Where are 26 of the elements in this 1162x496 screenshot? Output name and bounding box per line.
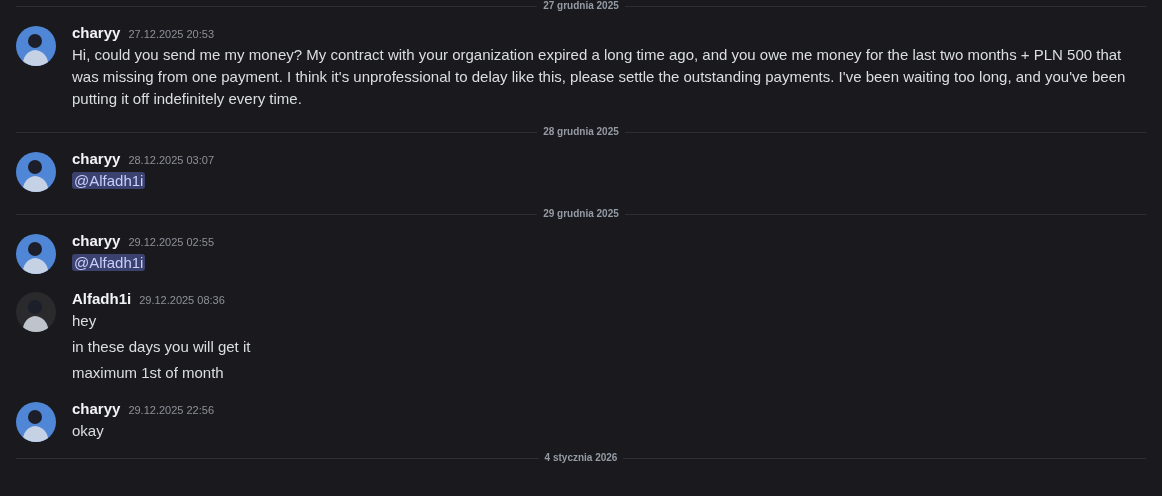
author-name[interactable]: charyy [72, 150, 121, 167]
user-mention[interactable]: @Alfadh1i [72, 172, 146, 189]
message-timestamp: 29.12.2025 02:55 [128, 236, 214, 248]
date-divider-label: 29 grudnia 2025 [542, 208, 620, 220]
avatar[interactable] [16, 234, 56, 274]
message-timestamp: 28.12.2025 03:07 [128, 154, 214, 166]
date-divider-label: 28 grudnia 2025 [542, 126, 620, 138]
message-timestamp: 29.12.2025 08:36 [139, 294, 225, 306]
message-text: hey [72, 311, 98, 331]
author-name[interactable]: charyy [72, 400, 121, 417]
message-text: okay [72, 421, 105, 441]
author-name[interactable]: charyy [72, 232, 121, 249]
message-text: Hi, could you send me my money? My contract with your organization expired a long time ago, and you owe me money for the last two months + PLN 500 that was missing from one payment. I think it's unprofessional to delay like this, please settle the outstanding payments. I've been waiting too long, and you've been putting it off indefinitely every time. [72, 45, 1127, 109]
message-timestamp: 27.12.2025 20:53 [128, 28, 214, 40]
message-text: in these days you will get it [72, 337, 252, 357]
avatar[interactable] [16, 26, 56, 66]
avatar[interactable] [16, 292, 56, 332]
date-divider-label: 4 stycznia 2026 [543, 452, 619, 464]
user-mention[interactable]: @Alfadh1i [72, 254, 146, 271]
author-name[interactable]: Alfadh1i [72, 290, 132, 307]
author-name[interactable]: charyy [72, 24, 121, 41]
date-divider-label: 27 grudnia 2025 [542, 0, 620, 12]
message-text: maximum 1st of month [72, 363, 225, 383]
avatar[interactable] [16, 152, 56, 192]
avatar[interactable] [16, 402, 56, 442]
message-timestamp: 29.12.2025 22:56 [128, 404, 214, 416]
